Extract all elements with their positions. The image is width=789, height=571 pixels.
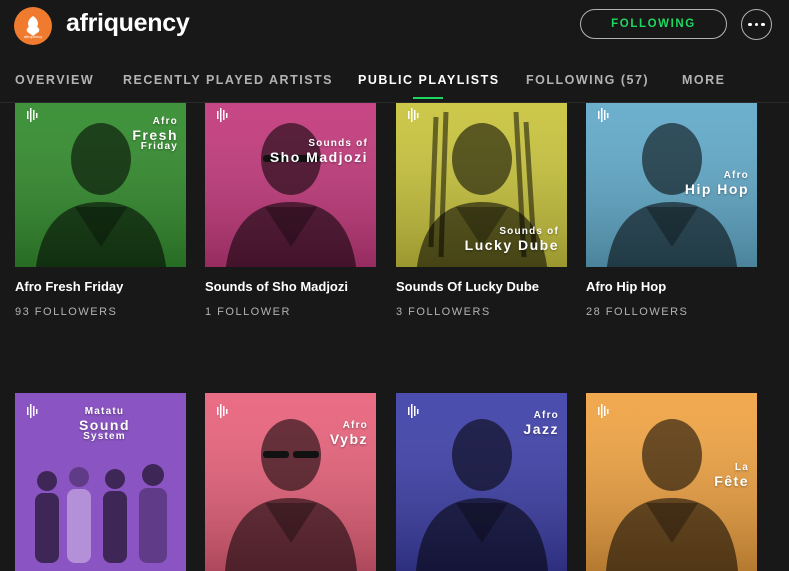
cover-title-small: La: [734, 462, 749, 473]
cover-title-big: Sho Madjozi: [269, 148, 368, 165]
playlist-brand-icon: [217, 404, 228, 418]
cover-title: Matatu Sound System: [78, 406, 130, 443]
tab-more[interactable]: MORE: [682, 73, 726, 87]
playlist-cover[interactable]: Afro Jazz: [396, 393, 567, 571]
profile-tabs: OVERVIEW RECENTLY PLAYED ARTISTS PUBLIC …: [0, 70, 789, 103]
cover-title-small: Sounds of: [499, 226, 559, 237]
playlist-followers: 1 FOLLOWER: [205, 306, 291, 318]
cover-title-big: Sound: [78, 416, 130, 433]
tab-recently-played-artists[interactable]: RECENTLY PLAYED ARTISTS: [123, 73, 333, 87]
playlist-cover[interactable]: Afro Fresh Friday: [15, 97, 186, 267]
playlist-brand-icon: [598, 108, 609, 122]
playlist-brand-icon: [217, 108, 228, 122]
playlist-name[interactable]: Sounds Of Lucky Dube: [396, 279, 539, 294]
cover-title-big: Fresh: [132, 126, 178, 143]
tab-public-playlists[interactable]: PUBLIC PLAYLISTS: [358, 73, 500, 87]
cover-title-big: Fête: [714, 472, 749, 489]
playlist-followers: 93 FOLLOWERS: [15, 306, 118, 318]
playlist-cover[interactable]: Afro Hip Hop: [586, 97, 757, 267]
cover-title: Afro Jazz: [523, 410, 559, 437]
cover-title-small: Afro: [152, 116, 178, 127]
playlist-followers: 28 FOLLOWERS: [586, 306, 689, 318]
playlist-brand-icon: [408, 108, 419, 122]
tab-following[interactable]: FOLLOWING (57): [526, 73, 649, 87]
cover-title-small: Afro: [533, 410, 559, 421]
cover-title: Sounds of Sho Madjozi: [269, 138, 368, 165]
ellipsis-icon: [748, 22, 752, 27]
profile-avatar[interactable]: afriquency: [14, 7, 52, 45]
playlist-brand-icon: [27, 108, 38, 122]
cover-title-small: Afro: [723, 170, 749, 181]
cover-title: Afro Vybz: [329, 420, 368, 447]
playlist-cover[interactable]: La Fête: [586, 393, 757, 571]
active-tab-indicator: [413, 97, 443, 99]
playlist-name[interactable]: Sounds of Sho Madjozi: [205, 279, 348, 294]
playlist-cover[interactable]: Matatu Sound System: [15, 393, 186, 571]
cover-title-small: Afro: [342, 420, 368, 431]
cover-title-big: Lucky Dube: [464, 236, 559, 253]
cover-title: Afro Fresh Friday: [132, 116, 178, 153]
playlist-followers: 3 FOLLOWERS: [396, 306, 491, 318]
cover-title: La Fête: [714, 462, 749, 489]
profile-title: afriquency: [66, 9, 190, 37]
playlist-name[interactable]: Afro Hip Hop: [586, 279, 666, 294]
cover-title-small: Matatu: [84, 406, 125, 417]
cover-title-big: Hip Hop: [684, 180, 749, 197]
cover-title-sub: Friday: [140, 141, 178, 153]
playlist-name[interactable]: Afro Fresh Friday: [15, 279, 123, 294]
profile-header: afriquency afriquency FOLLOWING OVERVIEW…: [0, 0, 789, 103]
cover-title-small: Sounds of: [308, 138, 368, 149]
tab-overview[interactable]: OVERVIEW: [15, 73, 94, 87]
avatar-caption: afriquency: [23, 34, 43, 39]
header-divider: [0, 102, 789, 103]
playlist-cover[interactable]: Afro Vybz: [205, 393, 376, 571]
cover-title-big: Vybz: [329, 430, 368, 447]
cover-title-sub: System: [83, 431, 126, 443]
cover-title-big: Jazz: [523, 420, 559, 437]
cover-title: Sounds of Lucky Dube: [464, 226, 559, 253]
cover-title: Afro Hip Hop: [684, 170, 749, 197]
more-options-button[interactable]: [741, 9, 772, 40]
playlist-brand-icon: [408, 404, 419, 418]
playlist-brand-icon: [27, 404, 38, 418]
playlist-cover[interactable]: Sounds of Sho Madjozi: [205, 97, 376, 267]
playlist-cover[interactable]: Sounds of Lucky Dube: [396, 97, 567, 267]
following-button[interactable]: FOLLOWING: [580, 9, 727, 39]
playlist-brand-icon: [598, 404, 609, 418]
